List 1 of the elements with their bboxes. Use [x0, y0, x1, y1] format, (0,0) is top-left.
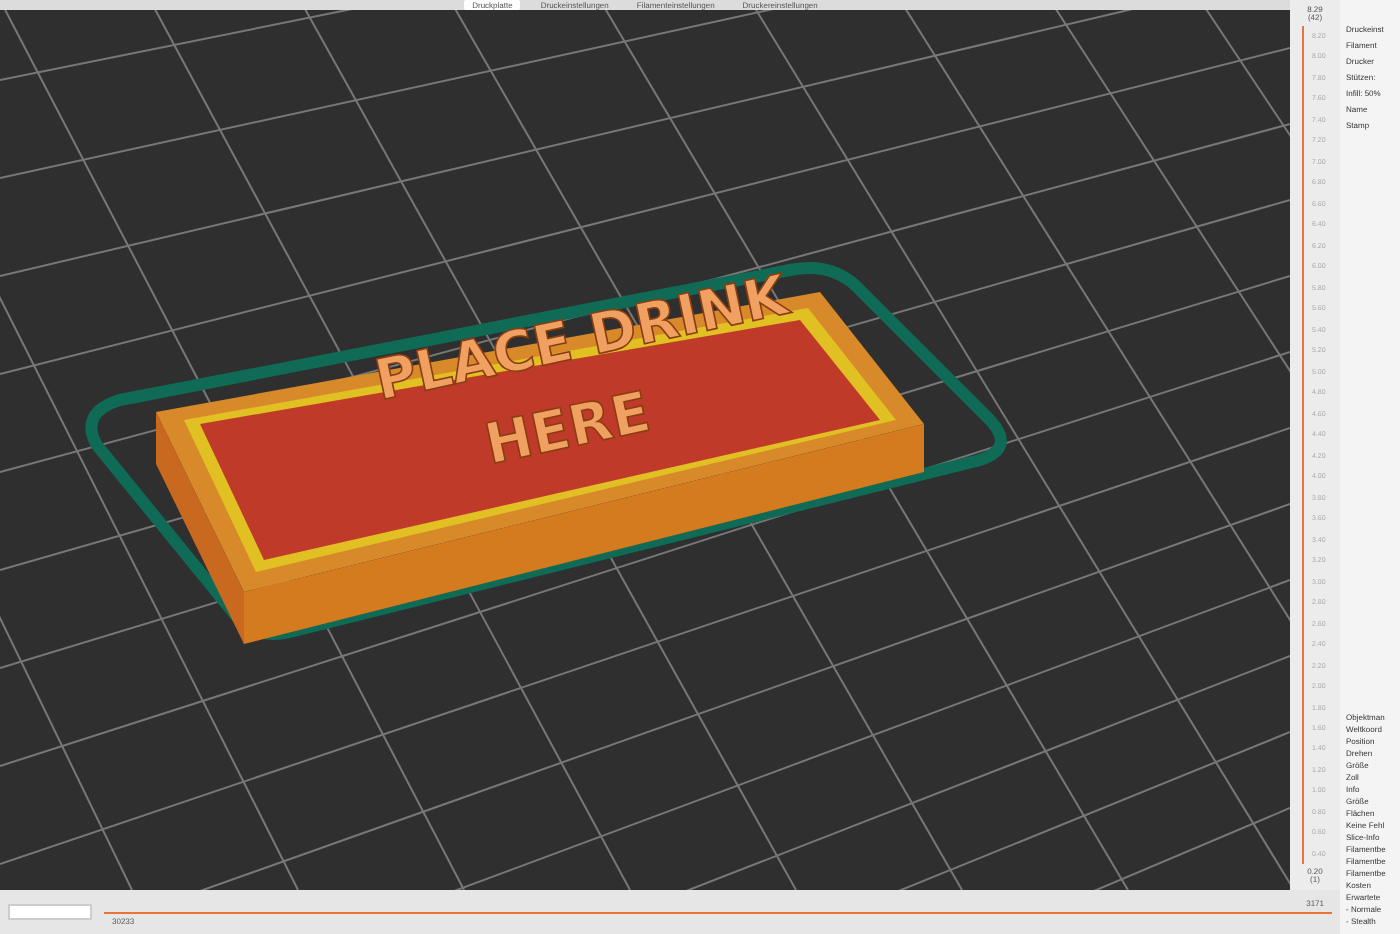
input-field[interactable]: [8, 904, 92, 920]
